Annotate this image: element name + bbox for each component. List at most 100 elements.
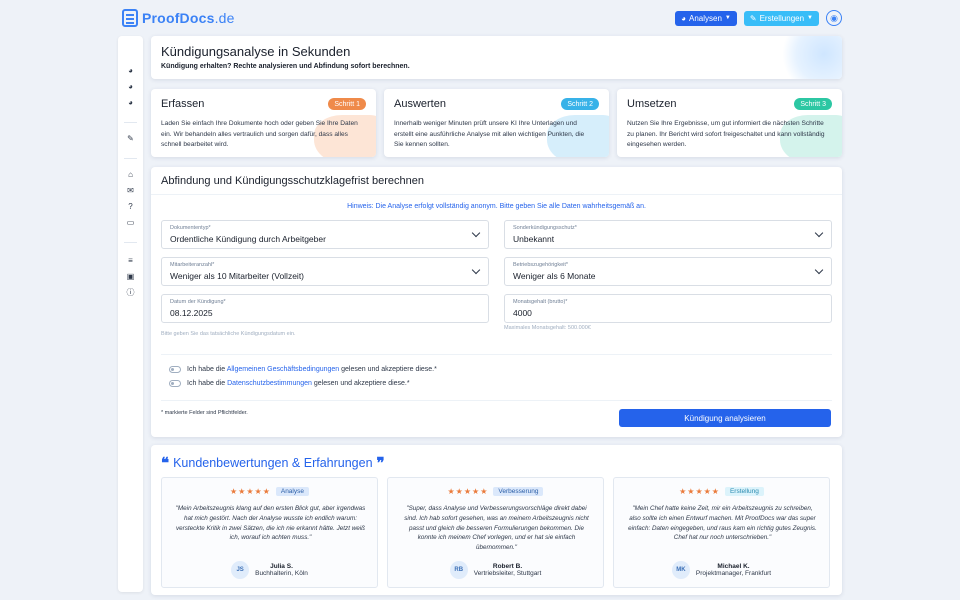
dokumententyp-select[interactable]: Dokumententyp* Ordentliche Kündigung dur…: [161, 220, 489, 249]
privacy-consent-row: Ich habe die Datenschutzbestimmungen gel…: [169, 380, 410, 387]
eye-icon[interactable]: ◉: [826, 10, 842, 26]
form-divider: [161, 354, 832, 355]
field-label: Betriebszugehörigkeit*: [513, 262, 569, 268]
agb-consent-text: Ich habe die Allgemeinen Geschäftsbeding…: [187, 366, 437, 373]
analyze-submit-button[interactable]: Kündigung analysieren: [619, 409, 831, 427]
field-label: Mitarbeiteranzahl*: [170, 262, 215, 268]
form-divider: [161, 400, 832, 401]
home-icon[interactable]: ⌂: [126, 170, 135, 179]
required-fields-note: * markierte Felder sind Pflichtfelder.: [161, 410, 248, 416]
form-title: Abfindung und Kündigungsschutzklagefrist…: [161, 175, 424, 187]
agb-link[interactable]: Allgemeinen Geschäftsbedingungen: [227, 366, 339, 373]
mitarbeiteranzahl-select[interactable]: Mitarbeiteranzahl* Weniger als 10 Mitarb…: [161, 257, 489, 286]
sidebar: ◕ ◕ ◕ ✎ ⌂ ✉ ? ▭ ≡ ▣ ⓘ: [118, 36, 143, 592]
step-card-1: Erfassen Schritt 1 Laden Sie einfach Ihr…: [151, 89, 376, 157]
reviews-title: Kundenbewertungen & Erfahrungen: [173, 456, 373, 470]
star-rating: ★★★★★: [230, 487, 271, 496]
monatsgehalt-input[interactable]: Monatsgehalt (brutto)* 4000: [504, 294, 832, 323]
file-edit-icon: ✎: [749, 13, 757, 23]
erstellungen-menu-button[interactable]: ✎ Erstellungen ▼: [743, 10, 819, 26]
agb-consent-row: Ich habe die Allgemeinen Geschäftsbeding…: [169, 366, 437, 373]
reviews-heading: ❝ Kundenbewertungen & Erfahrungen ❞: [161, 454, 385, 472]
step-card-2: Auswerten Schritt 2 Innerhalb weniger Mi…: [384, 89, 609, 157]
reviewer-name: Michael K.: [717, 563, 750, 570]
analysen-menu-button[interactable]: ◕ Analysen ▼: [675, 10, 737, 26]
quote-close-icon: ❞: [376, 454, 385, 472]
reviewer-role: Vertriebsleiter, Stuttgart: [473, 570, 542, 577]
field-value: 08.12.2025: [170, 308, 213, 318]
file-edit-icon[interactable]: ✎: [126, 134, 135, 143]
field-label: Dokumententyp*: [170, 225, 211, 231]
review-tag: Verbesserung: [493, 487, 544, 496]
avatar: JS: [231, 561, 250, 579]
privacy-link[interactable]: Datenschutzbestimmungen: [227, 380, 312, 387]
gehalt-help-text: Maximales Monatsgehalt: 500.000€: [504, 325, 591, 331]
review-tag: Erstellung: [724, 487, 764, 496]
top-bar: ProofDocs.de ◕ Analysen ▼ ✎ Erstellungen…: [0, 0, 960, 36]
calculation-form-card: Abfindung und Kündigungsschutzklagefrist…: [151, 167, 842, 437]
field-value: Unbekannt: [513, 234, 555, 244]
reviews-card: ❝ Kundenbewertungen & Erfahrungen ❞ ★★★★…: [151, 445, 842, 595]
kuendigungsdatum-input[interactable]: Datum der Kündigung* 08.12.2025: [161, 294, 489, 323]
chevron-down-icon: [814, 265, 824, 275]
chart-pie-icon[interactable]: ◕: [126, 82, 135, 91]
hero-decoration: [782, 36, 842, 79]
sidebar-divider: [124, 242, 137, 243]
step-badge: Schritt 1: [328, 98, 366, 110]
review-text: "Mein Chef hatte keine Zeit, mir ein Arb…: [628, 505, 817, 542]
step-badge: Schritt 2: [561, 98, 599, 110]
betriebszugehoerigkeit-select[interactable]: Betriebszugehörigkeit* Weniger als 6 Mon…: [504, 257, 832, 286]
review-text: "Mein Arbeitszeugnis klang auf den erste…: [175, 505, 366, 542]
privacy-toggle[interactable]: [169, 380, 181, 387]
question-icon[interactable]: ?: [126, 202, 135, 211]
field-label: Monatsgehalt (brutto)*: [513, 299, 568, 305]
chart-pie-icon[interactable]: ◕: [126, 66, 135, 75]
review-tag: Analyse: [275, 487, 309, 496]
sidebar-divider: [124, 158, 137, 159]
document-icon: [122, 9, 138, 27]
field-value: Weniger als 10 Mitarbeiter (Vollzeit): [170, 271, 305, 281]
review-card-2: ★★★★★ Verbesserung "Super, dass Analyse …: [387, 477, 604, 588]
review-card-1: ★★★★★ Analyse "Mein Arbeitszeugnis klang…: [161, 477, 378, 588]
avatar: RB: [449, 561, 468, 579]
caret-down-icon: ▼: [807, 15, 813, 21]
chart-pie-icon: ◕: [681, 13, 686, 23]
page-title: Kündigungsanalyse in Sekunden: [161, 44, 351, 59]
hero-card: Kündigungsanalyse in Sekunden Kündigung …: [151, 36, 842, 79]
step-title: Umsetzen: [627, 98, 677, 110]
step-badge: Schritt 3: [794, 98, 832, 110]
id-card-icon[interactable]: ▭: [126, 218, 135, 227]
agb-toggle[interactable]: [169, 366, 181, 373]
field-label: Datum der Kündigung*: [170, 299, 226, 305]
caret-down-icon: ▼: [724, 15, 731, 21]
privacy-consent-text: Ich habe die Datenschutzbestimmungen gel…: [187, 380, 410, 387]
info-icon[interactable]: ⓘ: [126, 288, 135, 297]
analysen-label: Analysen: [688, 13, 722, 23]
step-text: Laden Sie einfach Ihre Dokumente hoch od…: [161, 120, 358, 148]
step-text: Innerhalb weniger Minuten prüft unsere K…: [394, 120, 585, 148]
datum-help-text: Bitte geben Sie das tatsächliche Kündigu…: [161, 331, 296, 337]
review-card-3: ★★★★★ Erstellung "Mein Chef hatte keine …: [613, 477, 830, 588]
brand-logo[interactable]: ProofDocs.de: [122, 9, 235, 27]
step-text: Nutzen Sie Ihre Ergebnisse, um gut infor…: [627, 120, 825, 148]
field-value: Weniger als 6 Monate: [513, 271, 596, 281]
field-value: 4000: [513, 308, 532, 318]
sonderkuendigungsschutz-select[interactable]: Sonderkündigungsschutz* Unbekannt: [504, 220, 832, 249]
step-title: Auswerten: [394, 98, 446, 110]
form-header-divider: [151, 194, 842, 195]
chevron-down-icon: [471, 228, 481, 238]
chevron-down-icon: [814, 228, 824, 238]
erstellungen-label: Erstellungen: [759, 13, 805, 23]
avatar: MK: [671, 561, 690, 579]
reviewer-name: Julia S.: [270, 563, 293, 570]
lock-icon[interactable]: ▣: [126, 272, 135, 281]
reviewer-role: Buchhalterin, Köln: [255, 570, 308, 577]
database-icon[interactable]: ≡: [126, 256, 135, 265]
field-value: Ordentliche Kündigung durch Arbeitgeber: [170, 234, 326, 244]
review-text: "Super, dass Analyse und Verbesserungsvo…: [404, 505, 589, 552]
chart-pie-icon[interactable]: ◕: [126, 98, 135, 107]
step-card-3: Umsetzen Schritt 3 Nutzen Sie Ihre Ergeb…: [617, 89, 842, 157]
step-title: Erfassen: [161, 98, 205, 110]
comments-icon[interactable]: ✉: [126, 186, 135, 195]
field-label: Sonderkündigungsschutz*: [513, 225, 577, 231]
